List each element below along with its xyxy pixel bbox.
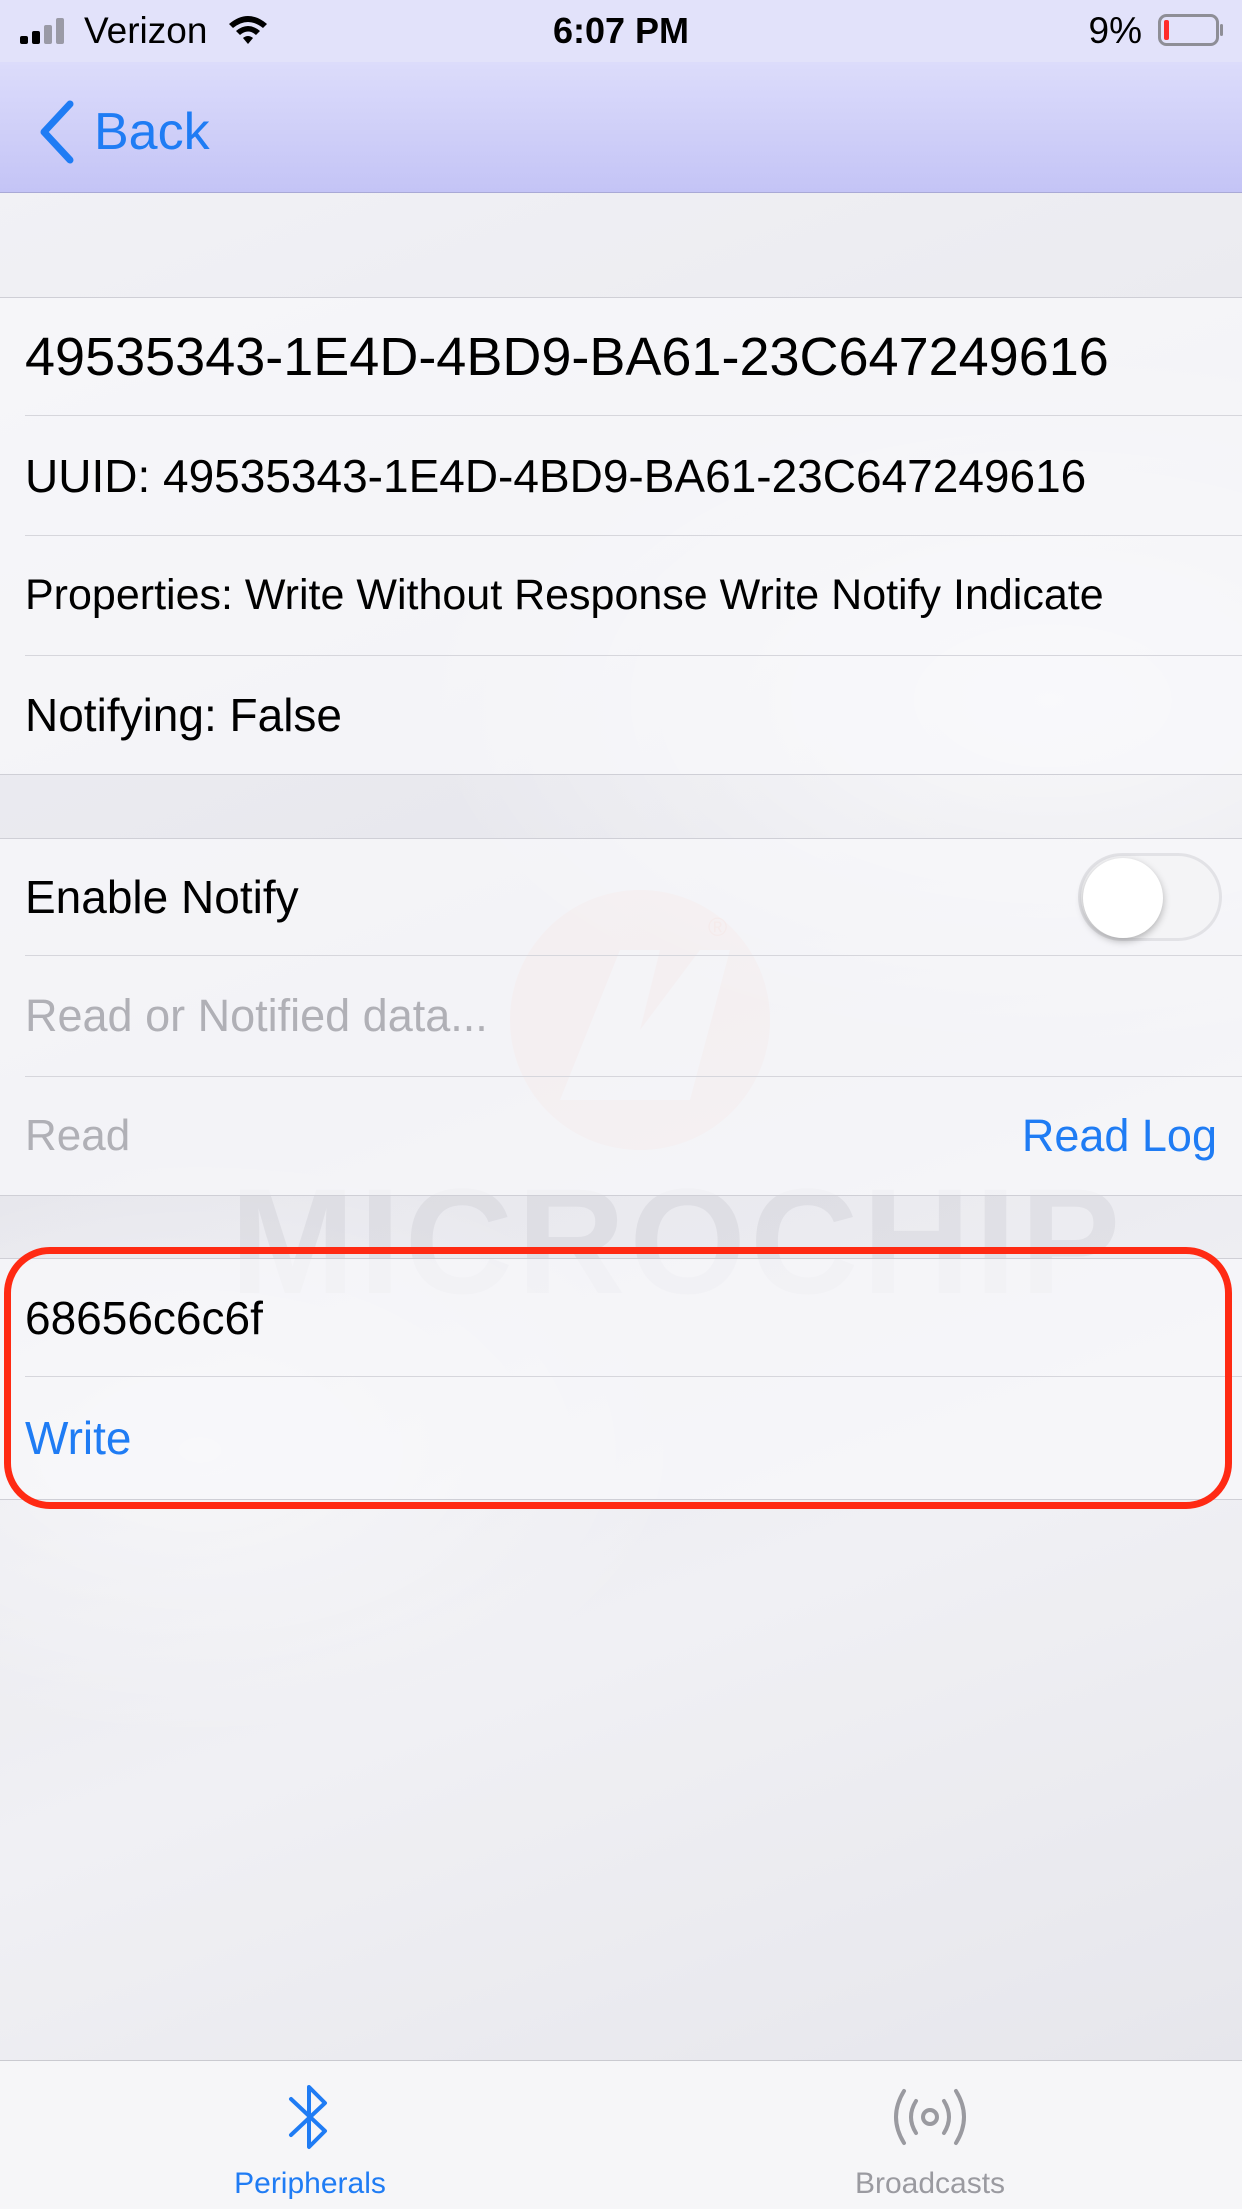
notifying-status: Notifying: False <box>25 689 343 741</box>
tab-broadcasts-label: Broadcasts <box>854 2167 1006 2200</box>
bluetooth-icon <box>289 2085 327 2149</box>
chevron-left-icon <box>40 100 74 164</box>
write-action-row: Write <box>25 1377 1242 1499</box>
battery-icon <box>1158 14 1223 46</box>
back-button[interactable]: Back <box>36 100 210 164</box>
broadcast-icon <box>894 2089 966 2145</box>
write-value-row: 68656c6c6f <box>25 1259 1242 1377</box>
read-data-field: Read or Notified data... <box>25 990 488 1041</box>
characteristic-info-group: 49535343-1E4D-4BD9-BA61-23C647249616 UUI… <box>0 297 1242 775</box>
characteristic-name: 49535343-1E4D-4BD9-BA61-23C647249616 <box>25 326 1109 387</box>
enable-notify-label: Enable Notify <box>25 871 299 923</box>
read-button[interactable]: Read <box>25 1077 130 1195</box>
write-button[interactable]: Write <box>25 1377 132 1499</box>
properties-row: Properties: Write Without Response Write… <box>25 536 1242 656</box>
notifying-row: Notifying: False <box>25 656 1242 774</box>
enable-notify-toggle[interactable] <box>1078 853 1222 941</box>
tab-bar: Peripherals Broadcasts <box>0 2060 1242 2209</box>
read-actions-row: Read Read Log <box>25 1077 1242 1195</box>
properties-text: Properties: Write Without Response Write… <box>25 571 1104 619</box>
write-value-input[interactable]: 68656c6c6f <box>25 1259 263 1376</box>
write-group: 68656c6c6f Write <box>0 1258 1242 1500</box>
status-bar: Verizon 6:07 PM 9% <box>0 0 1242 62</box>
read-data-row: Read or Notified data... <box>25 956 1242 1077</box>
characteristic-name-row: 49535343-1E4D-4BD9-BA61-23C647249616 <box>25 298 1242 416</box>
toggle-knob <box>1083 858 1163 938</box>
clock-time: 6:07 PM <box>552 10 690 51</box>
battery-percent: 9% <box>1088 10 1142 51</box>
tab-broadcasts[interactable]: Broadcasts <box>780 2061 1080 2209</box>
tab-peripherals-label: Peripherals <box>234 2167 386 2200</box>
tab-peripherals[interactable]: Peripherals <box>160 2061 460 2209</box>
read-log-button[interactable]: Read Log <box>1022 1077 1217 1195</box>
uuid-text: UUID: 49535343-1E4D-4BD9-BA61-23C6472496… <box>25 449 1087 502</box>
notify-read-group: Enable Notify Read or Notified data... R… <box>0 838 1242 1196</box>
back-label: Back <box>94 103 210 161</box>
enable-notify-row: Enable Notify <box>25 839 1242 956</box>
uuid-row: UUID: 49535343-1E4D-4BD9-BA61-23C6472496… <box>25 416 1242 536</box>
navigation-bar: Back <box>0 62 1242 193</box>
